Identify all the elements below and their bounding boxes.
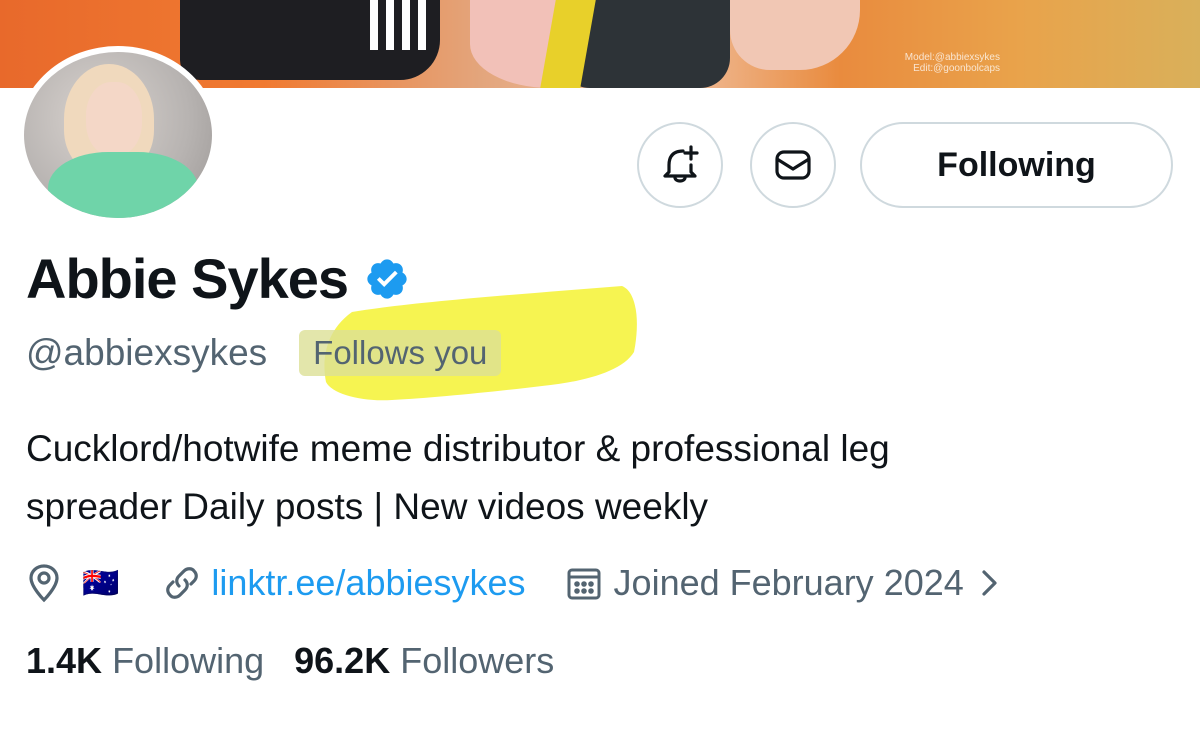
website-link[interactable]: linktr.ee/abbiesykes: [211, 562, 525, 604]
following-button[interactable]: Following: [860, 122, 1173, 208]
followers-count: 96.2K: [294, 640, 391, 681]
location-flag: 🇦🇺: [82, 565, 120, 601]
profile-stats: 1.4K Following 96.2K Followers: [26, 640, 554, 682]
following-stat-label: Following: [112, 640, 265, 681]
chevron-right-icon[interactable]: [978, 568, 1000, 598]
envelope-icon: [775, 150, 811, 180]
profile-handle: @abbiexsykes: [26, 332, 268, 373]
profile-bio: Cucklord/hotwife meme distributor & prof…: [26, 420, 1146, 536]
joined-item: Joined February 2024: [566, 562, 1000, 604]
follows-you-badge: Follows you: [299, 330, 502, 376]
following-stat[interactable]: 1.4K Following: [26, 640, 264, 682]
handle-row: @abbiexsykes Follows you: [26, 330, 502, 376]
avatar-image: [24, 52, 212, 218]
bell-plus-icon: [663, 145, 699, 183]
location-pin-icon: [29, 564, 59, 603]
profile-meta-row: 🇦🇺 linktr.ee/abbiesykes Joined February …: [26, 558, 1000, 608]
banner-hand-shape: [730, 0, 860, 70]
avatar-shirt: [48, 152, 198, 218]
followers-stat[interactable]: 96.2K Followers: [294, 640, 554, 682]
banner-stripe: [370, 0, 430, 50]
location-item: 🇦🇺: [26, 563, 119, 603]
bio-line: spreader Daily posts | New videos weekly: [26, 486, 709, 527]
joined-date: Joined February 2024: [613, 562, 964, 603]
following-count: 1.4K: [26, 640, 103, 681]
profile-name: Abbie Sykes: [26, 247, 349, 310]
banner-credit: Model:@abbiexsykes Edit:@goonbolcaps: [904, 52, 1000, 74]
followers-stat-label: Followers: [400, 640, 555, 681]
message-button[interactable]: [750, 122, 836, 208]
profile-avatar[interactable]: [18, 46, 218, 224]
website-item[interactable]: linktr.ee/abbiesykes: [163, 562, 526, 604]
bio-line: Cucklord/hotwife meme distributor & prof…: [26, 428, 890, 469]
link-icon: [166, 567, 199, 599]
notify-button[interactable]: [637, 122, 723, 208]
avatar-face: [86, 82, 142, 156]
calendar-icon: [567, 568, 601, 600]
